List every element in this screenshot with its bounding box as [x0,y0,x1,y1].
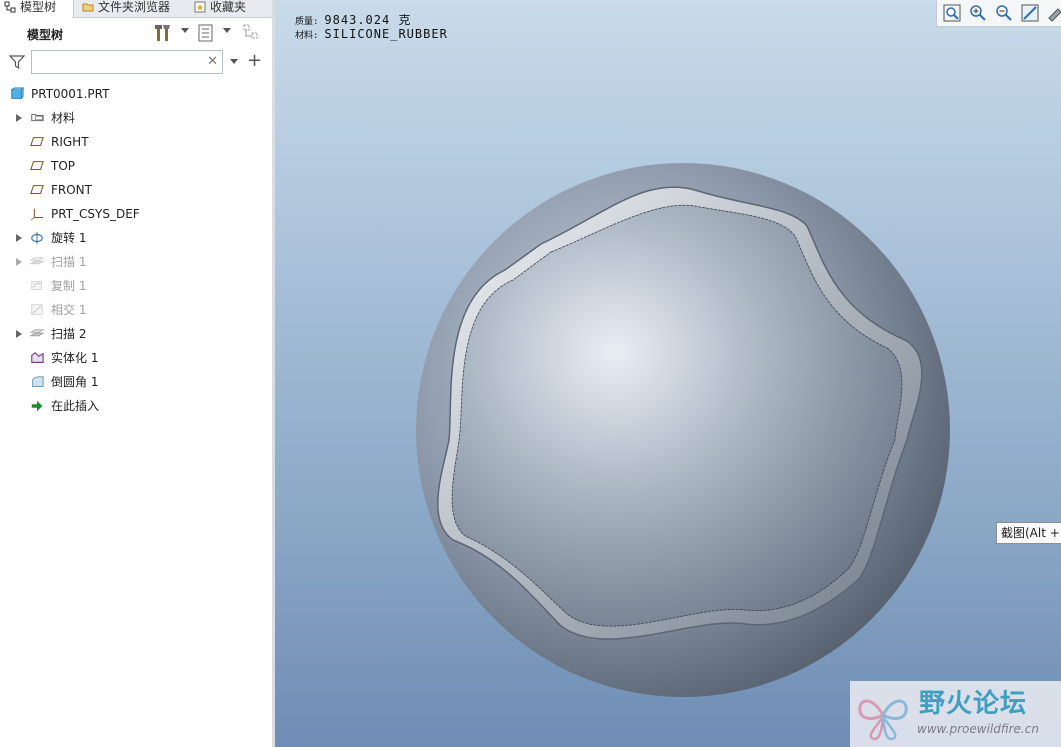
tree-node-label: 倒圆角 1 [51,375,99,389]
tree-node-label: 扫描 2 [51,327,87,341]
tree-node[interactable]: 扫描 2 [0,322,272,346]
sweep-icon [29,257,45,265]
tree-node[interactable]: 在此插入 [0,394,272,418]
copy-surface-icon [31,281,42,290]
watermark-title: 野火论坛 [919,689,1028,719]
graphics-window[interactable]: 质量: 9843.024 克 材料: SILICONE_RUBBER 截图(Alt … [275,0,1061,747]
round-icon [32,376,44,387]
tree-node-label: 旋转 1 [51,231,87,245]
revolve-icon [31,231,43,245]
tree-node-label: 复制 1 [51,279,87,293]
watermark: 野火论坛 www.proewildfire.cn [850,681,1061,747]
tree-node-label: RIGHT [51,135,89,149]
search-input[interactable] [35,52,209,74]
tree-node[interactable]: 旋转 1 [0,226,272,250]
tree-node[interactable]: 扫描 1 [0,250,272,274]
filter-row: ✕ + [0,48,272,78]
insert-here-arrow-icon [31,400,43,412]
material-label: 材料: [295,31,319,41]
expand-arrow-icon[interactable] [16,330,22,338]
tree-root-part[interactable]: PRT0001.PRT [0,82,272,106]
clear-search-icon[interactable]: ✕ [207,54,218,70]
model-tree-toolbar: 模型树 [0,18,272,48]
tree-node[interactable]: 材料 [0,106,272,130]
model-tree-panel: 模型树 文件夹浏览器 收藏夹 模型树 ✕ + PRT0001.PRT 材料 RI… [0,0,272,747]
datum-plane-icon [30,185,44,195]
tree-node[interactable]: TOP [0,154,272,178]
tree-node[interactable]: 倒圆角 1 [0,370,272,394]
expand-arrow-icon[interactable] [16,234,22,242]
mass-value: 9843.024 克 [324,13,412,27]
tree-filter-icon[interactable] [242,23,262,43]
intersect-icon [31,304,43,315]
add-filter-icon[interactable]: + [247,51,262,71]
tab-label: 文件夹浏览器 [98,0,171,14]
material-icon [31,114,44,122]
watermark-url: www.proewildfire.cn [917,722,1039,736]
view-toolbar [936,0,1061,27]
material-readout: 材料: SILICONE_RUBBER [295,27,448,41]
refit-icon[interactable] [942,3,962,23]
filter-funnel-icon[interactable] [9,54,25,70]
search-dropdown-caret[interactable] [230,59,238,64]
tab-favorites[interactable]: 收藏夹 [190,0,260,17]
tab-folder-browser[interactable]: 文件夹浏览器 [78,0,184,17]
search-field[interactable]: ✕ [31,50,223,74]
tooltip: 截图(Alt + [996,522,1061,544]
tree-node-label: 扫描 1 [51,255,87,269]
panel-title: 模型树 [27,28,64,42]
zoom-out-icon[interactable] [994,3,1014,23]
expand-arrow-icon[interactable] [16,114,22,122]
material-value: SILICONE_RUBBER [324,27,448,41]
tree-node[interactable]: 复制 1 [0,274,272,298]
tree-node[interactable]: PRT_CSYS_DEF [0,202,272,226]
solidify-icon [31,351,44,363]
mass-label: 质量: [295,17,319,27]
sweep-icon [29,329,45,337]
tree-node-label: 相交 1 [51,303,87,317]
rubber-ball-model [416,163,950,697]
model-tree-icon [4,1,16,13]
tree-node-label: 材料 [51,111,76,125]
tree-node-label: TOP [51,159,76,173]
butterfly-logo-icon [858,699,908,741]
columns-dropdown-caret[interactable] [223,28,231,33]
tree-node[interactable]: 实体化 1 [0,346,272,370]
show-columns-icon[interactable] [196,23,216,43]
tree-node-label: 实体化 1 [51,351,99,365]
tab-label: 模型树 [20,0,57,14]
settings-dropdown-caret[interactable] [181,28,189,33]
tree-node-label: PRT0001.PRT [31,87,110,101]
datum-plane-icon [30,137,44,147]
folder-browser-icon [82,3,94,12]
tree-settings-icon[interactable] [154,23,174,43]
tree-node-label: FRONT [51,183,92,197]
favorites-icon [194,1,206,13]
tree-node[interactable]: RIGHT [0,130,272,154]
zoom-in-icon[interactable] [968,3,988,23]
datum-plane-icon [30,161,44,171]
tree-node[interactable]: 相交 1 [0,298,272,322]
tab-model-tree[interactable]: 模型树 [0,0,74,18]
repaint-icon[interactable] [1020,3,1040,23]
coordinate-system-icon [30,208,44,221]
tree-node-label: PRT_CSYS_DEF [51,207,140,221]
expand-arrow-icon[interactable] [16,258,22,266]
navigator-tabs: 模型树 文件夹浏览器 收藏夹 [0,0,272,18]
tree-node[interactable]: FRONT [0,178,272,202]
tree-node-label: 在此插入 [51,399,100,413]
saved-views-icon[interactable] [1046,3,1061,23]
part-icon [11,87,25,100]
tab-label: 收藏夹 [210,0,247,14]
mass-readout: 质量: 9843.024 克 [295,11,411,28]
